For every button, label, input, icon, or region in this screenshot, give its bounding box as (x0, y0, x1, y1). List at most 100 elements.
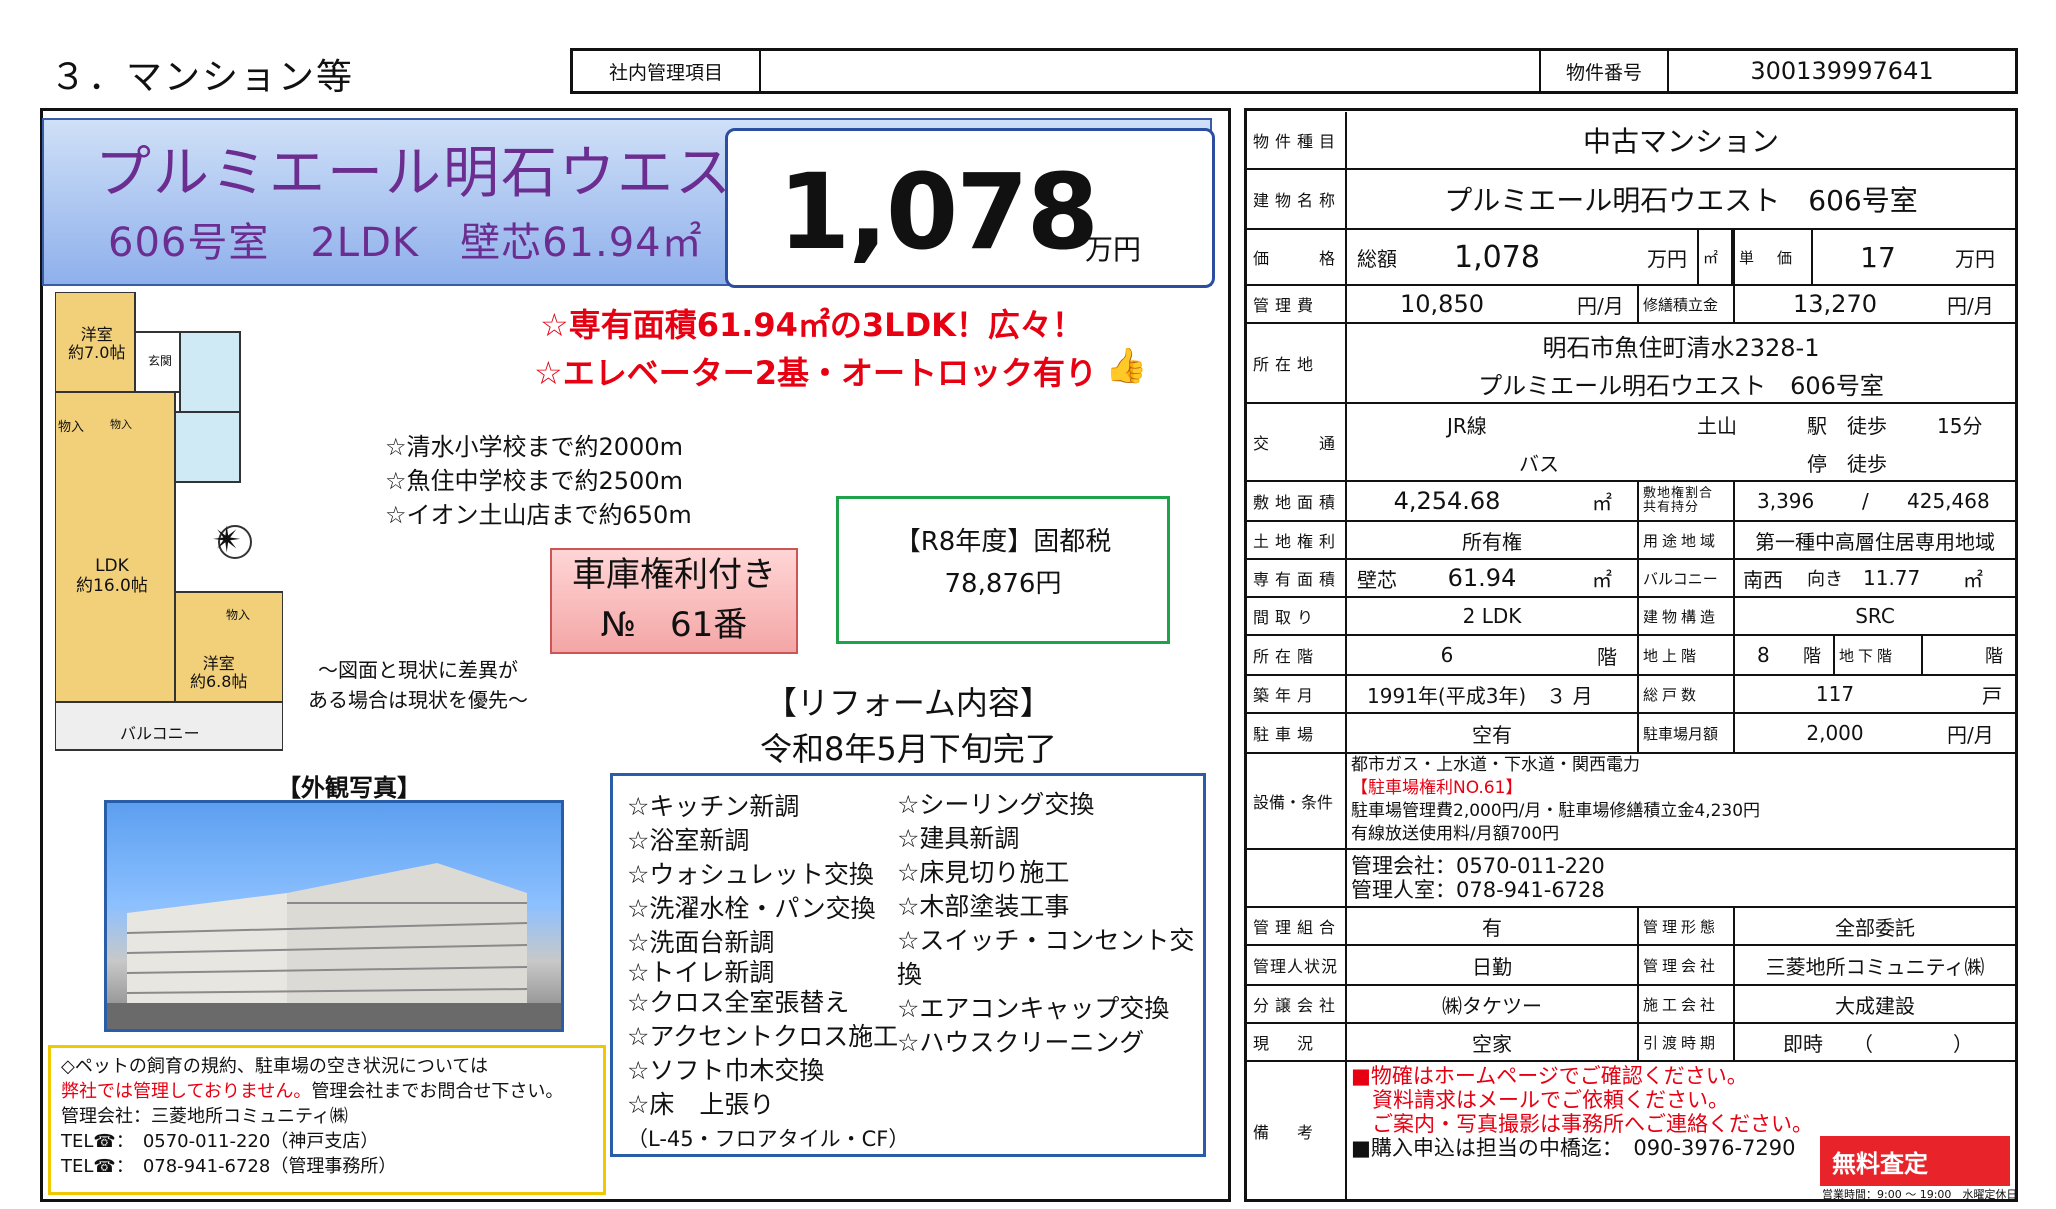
tanka-value: 17 (1860, 240, 1896, 274)
hikiwatashi-label: 引渡時期 (1637, 1024, 1735, 1060)
label: 分譲会社 (1247, 986, 1347, 1022)
reform-left-list: ☆キッチン新調 ☆浴室新調 ☆ウォシュレット交換 ☆洗濯水栓・パン交換 ☆洗面台… (627, 790, 909, 1156)
nearby-item: ☆魚住中学校まで約2500m (385, 467, 683, 495)
note-line1: ～図面と現状に差異が (318, 658, 518, 682)
biko-line1: ■物確はホームページでご確認ください。 (1351, 1064, 1748, 1088)
section-title: ３．マンション等 (50, 57, 355, 98)
row-kanriinfo: 管理会社：0570-011-220 管理人室：078-941-6728 (1247, 850, 2015, 908)
row-chiku: 築年月 1991年(平成3年) ３ 月 総戸数 117 戸 (1247, 676, 2015, 714)
reform-item: ☆ウォシュレット交換 (627, 860, 874, 889)
soko-label: 総戸数 (1637, 676, 1735, 712)
line: JR線 (1447, 414, 1487, 438)
bal-value: 11.77 (1863, 566, 1921, 590)
highlight-2: ☆エレベーター2基・オートロック有り (534, 354, 1097, 392)
value: 61.94 (1447, 564, 1517, 592)
building-image (107, 863, 561, 1029)
sougaku: 総額 (1357, 246, 1397, 271)
kanri-line2: 管理人室：078-941-6728 (1351, 878, 1605, 902)
shuzen-label: 修繕積立金 (1637, 286, 1735, 322)
pet-line3: 管理会社：三菱地所コミュニティ㈱ (61, 1106, 348, 1127)
value: 所有権 (1462, 529, 1522, 554)
row-kumiai: 管理組合 有 管理形態 全部委託 (1247, 908, 2015, 946)
reform-item: ☆ハウスクリーニング (897, 1028, 1145, 1057)
getsu-value: 2,000 (1806, 721, 1864, 745)
plan-monoire1: 物入 (58, 420, 85, 435)
label: 管理組合 (1247, 908, 1347, 944)
bal-label: バルコニー (1637, 560, 1735, 596)
label: 所在地 (1247, 324, 1347, 402)
reform-item: ☆洗濯水栓・パン交換 (627, 894, 876, 923)
setsubi-line3: 駐車場管理費2,000円/月・駐車場修繕積立金4,230円 (1351, 801, 1761, 821)
reform-heading: 【リフォーム内容】 令和8年5月下旬完了 (760, 680, 1057, 772)
reform-item: （L-45・フロアタイル・CF） (627, 1127, 910, 1151)
unit: 万円 (1647, 246, 1687, 271)
plan-monoire2: 物入 (110, 418, 132, 431)
thumbs-up-icon: 👍 (1105, 346, 1148, 386)
reform-item: ☆エアコンキャップ交換 (897, 994, 1170, 1023)
soko-unit: 戸 (1982, 683, 2002, 708)
yoto-value: 第一種中高層住居専用地域 (1755, 529, 1995, 554)
photo-title: 【外観写真】 (277, 774, 421, 802)
line1: 明石市魚住町清水2328-1 (1542, 334, 1820, 362)
unit: 階 (1597, 644, 1617, 669)
seko-value: 大成建設 (1835, 993, 1915, 1018)
price-value: 1,078 (778, 151, 1099, 273)
row-chusha: 駐車場 空有 駐車場月額 2,000 円/月 (1247, 714, 2015, 754)
tanka-unit: 万円 (1955, 246, 1995, 271)
value: 1991年(平成3年) ３ 月 (1367, 683, 1593, 708)
nearby-list: ☆清水小学校まで約2000m ☆魚住中学校まで約2500m ☆イオン土山店まで約… (385, 430, 692, 532)
minutes: 15分 (1937, 414, 1983, 438)
plan-room1: 洋室 約7.0帖 (68, 325, 126, 362)
reform-item: ☆キッチン新調 (627, 792, 800, 821)
label: 管理人状況 (1247, 946, 1347, 984)
reform-item: ☆シーリング交換 (897, 790, 1095, 819)
value: 空有 (1472, 722, 1512, 747)
biko-line3: ご案内・写真撮影は事務所へご連絡ください。 (1351, 1112, 1813, 1136)
header-bar: 社内管理項目 物件番号 300139997641 (570, 48, 2018, 94)
unit: ㎡ (1592, 567, 1612, 592)
share2: 425,468 (1907, 489, 1990, 513)
reform-box: ☆キッチン新調 ☆浴室新調 ☆ウォシュレット交換 ☆洗濯水栓・パン交換 ☆洗面台… (610, 773, 1206, 1157)
free-appraisal-button[interactable]: 無料査定 (1820, 1136, 2010, 1186)
station: 土山 (1697, 414, 1737, 438)
row-kai: 所在階 6 階 地上階 8 階 地下階 階 (1247, 636, 2015, 676)
row-kakaku: 価 格 総額 1,078 万円 ㎡ 単 価 17 万円 (1247, 230, 2015, 286)
row-shozai: 所在地 明石市魚住町清水2328-1 プルミエール明石ウエスト 606号室 (1247, 324, 2015, 404)
garage-line1: 車庫権利付き (572, 555, 776, 595)
value: 4,254.68 (1393, 487, 1501, 515)
label: 専有面積 (1247, 560, 1347, 596)
label: 建物名称 (1247, 170, 1347, 228)
reform-item: ☆クロス全室張替え (627, 988, 850, 1017)
chijo-label: 地上階 (1637, 636, 1735, 674)
line2: プルミエール明石ウエスト 606号室 (1478, 372, 1884, 400)
plan-monoire3: 物入 (226, 608, 251, 622)
row-shubetsu: 物件種目 中古マンション (1247, 112, 2015, 170)
tax-line1: 【R8年度】固都税 (894, 527, 1112, 557)
unit: 円/月 (1577, 293, 1624, 318)
kozo-value: SRC (1855, 604, 1895, 628)
label: 駐車場 (1247, 714, 1347, 752)
label: 築年月 (1247, 676, 1347, 712)
value: 2 LDK (1462, 604, 1522, 628)
setsubi-line1: 都市ガス・上水道・下水道・関西電力 (1351, 755, 1640, 775)
reform-item: ☆ソフト巾木交換 (627, 1056, 825, 1085)
tei: 停 (1807, 452, 1827, 476)
highlight-1: ☆専有面積61.94㎡の3LDK！広々！ (540, 306, 1084, 344)
biko-text: ■物確はホームページでご確認ください。 資料請求はメールでご依頼ください。 ご案… (1351, 1064, 1813, 1160)
property-sub: 606号室 2LDK 壁芯61.94㎡ (108, 220, 703, 266)
compass-icon: ✴ (212, 520, 243, 561)
value: 6 (1440, 643, 1454, 667)
toho: 徒歩 (1847, 414, 1887, 438)
unit: ㎡ (1592, 490, 1612, 515)
reform-title: 【リフォーム内容】 (764, 684, 1052, 722)
row-kanrihi: 管理費 10,850 円/月 修繕積立金 13,270 円/月 (1247, 286, 2015, 324)
biko-line2: 資料請求はメールでご依頼ください。 (1351, 1088, 1729, 1112)
property-name: プルミエール明石ウエスト (95, 141, 791, 206)
biko-line4: ■購入申込は担当の中橋迄： 090-3976-7290 (1351, 1136, 1796, 1160)
reform-right-list: ☆シーリング交換 ☆建具新調 ☆床見切り施工 ☆木部塗装工事 ☆スイッチ・コンセ… (897, 788, 1203, 1060)
label (1247, 850, 1347, 906)
kanri-line1: 管理会社：0570-011-220 (1351, 854, 1605, 878)
getsu-label: 駐車場月額 (1637, 714, 1735, 752)
pet-notice: ◇ペットの飼育の規約、駐車場の空き状況については 弊社では管理しておりません。管… (48, 1045, 606, 1195)
reform-item: ☆床 上張り (627, 1090, 775, 1119)
